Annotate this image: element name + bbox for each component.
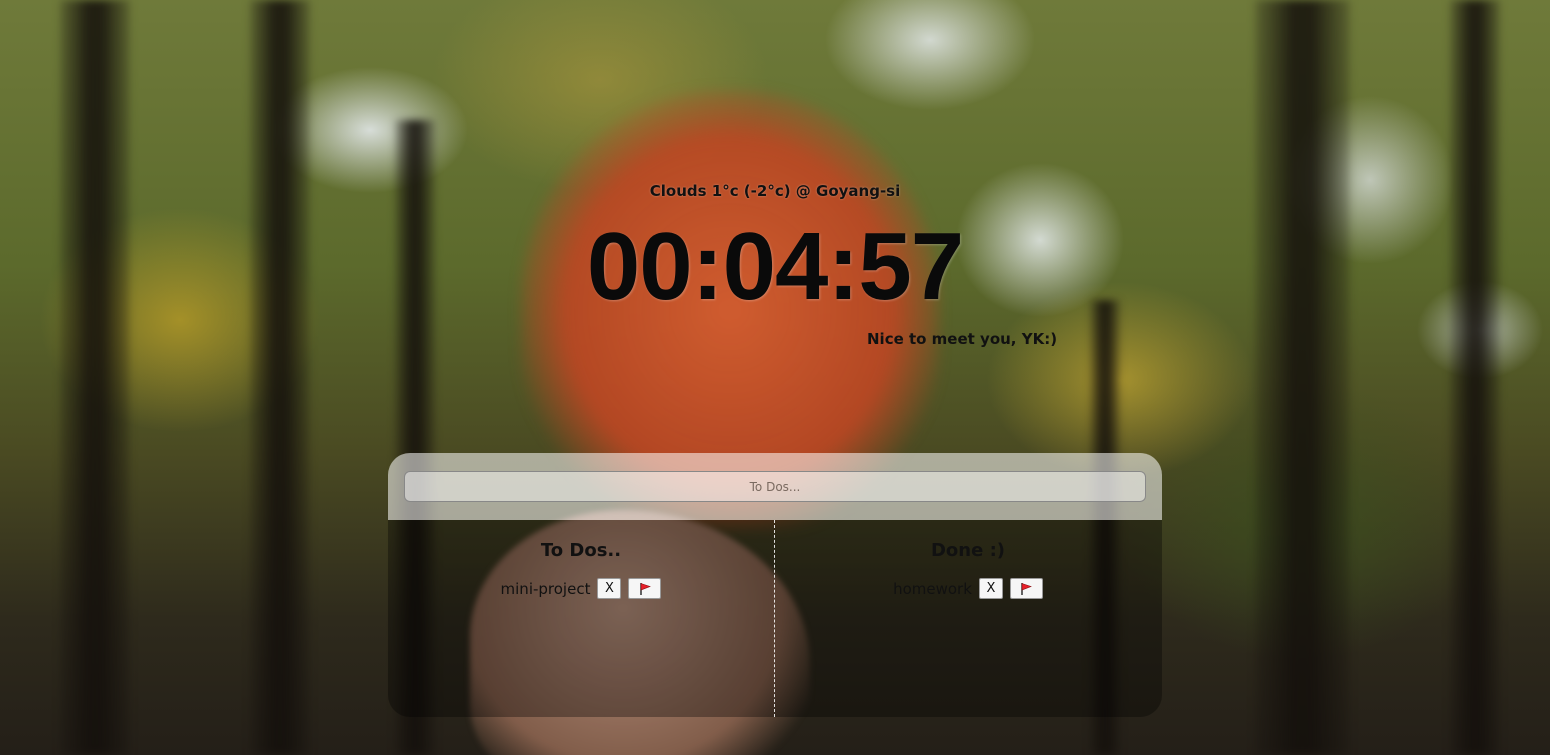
mark-todo-button[interactable]: [1009, 578, 1043, 599]
todo-column-title: To Dos..: [540, 540, 622, 561]
done-column: Done :) homework X: [775, 520, 1161, 717]
done-column-title: Done :): [930, 540, 1006, 561]
todo-panel: To Dos.. mini-project X Done :) homework…: [388, 453, 1162, 717]
delete-button[interactable]: X: [978, 578, 1003, 599]
red-flag-icon: [1021, 582, 1033, 595]
delete-button[interactable]: X: [597, 578, 622, 599]
list-item: mini-project X: [388, 578, 774, 599]
done-item-text: homework: [893, 579, 972, 598]
red-flag-icon: [640, 582, 651, 595]
todo-column: To Dos.. mini-project X: [388, 520, 774, 717]
todo-input-area: [388, 453, 1162, 520]
mark-done-button[interactable]: [628, 578, 662, 599]
weather-text: Clouds 1°c (-2°c) @ Goyang-si: [649, 182, 901, 200]
greeting-text: Nice to meet you, YK:): [867, 330, 1058, 348]
clock: 00:04:57: [586, 213, 964, 320]
todo-input[interactable]: [404, 471, 1146, 502]
list-item: homework X: [775, 578, 1161, 599]
todo-item-text: mini-project: [500, 579, 591, 598]
